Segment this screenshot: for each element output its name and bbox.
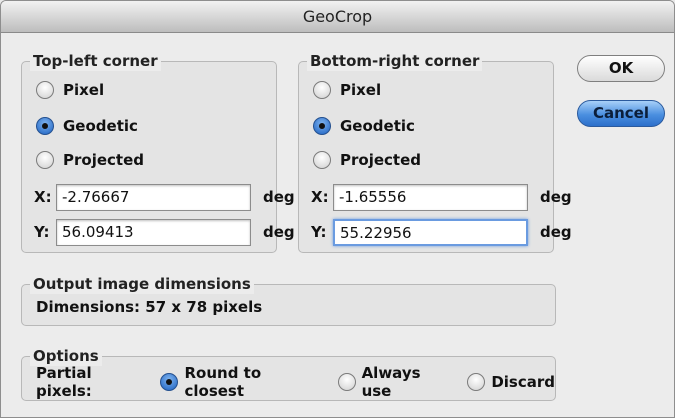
ok-button[interactable]: OK bbox=[577, 55, 665, 82]
y-label: Y: bbox=[311, 223, 327, 241]
top-left-legend: Top-left corner bbox=[30, 51, 161, 71]
y-unit: deg bbox=[263, 223, 295, 241]
x-label: X: bbox=[311, 188, 329, 206]
radio-icon[interactable] bbox=[467, 373, 486, 391]
geocrop-dialog: GeoCrop Top-left corner Pixel Geodetic P… bbox=[0, 0, 675, 418]
x-unit: deg bbox=[263, 188, 295, 206]
br-radio-projected[interactable]: Projected bbox=[313, 149, 421, 171]
bottom-right-corner-group: Bottom-right corner Pixel Geodetic Proje… bbox=[298, 51, 572, 253]
x-label: X: bbox=[34, 188, 52, 206]
partial-pixels-row: Partial pixels: Round to closest Always … bbox=[36, 364, 555, 400]
radio-label: Geodetic bbox=[63, 117, 138, 135]
tl-y-row: Y: 56.09413 deg bbox=[34, 218, 295, 246]
br-y-row: Y: 55.22956 deg bbox=[311, 218, 572, 246]
radio-icon[interactable] bbox=[337, 373, 356, 391]
radio-icon[interactable] bbox=[313, 151, 331, 169]
output-dimensions-group: Output image dimensions Dimensions: 57 x… bbox=[21, 274, 556, 326]
tl-radio-projected[interactable]: Projected bbox=[36, 149, 144, 171]
radio-selected-icon[interactable] bbox=[36, 117, 54, 135]
tl-x-input[interactable]: -2.76667 bbox=[56, 183, 251, 211]
br-y-input[interactable]: 55.22956 bbox=[333, 218, 528, 246]
radio-label: Round to closest bbox=[184, 364, 262, 400]
br-radio-pixel[interactable]: Pixel bbox=[313, 79, 381, 101]
dimensions-text: Dimensions: 57 x 78 pixels bbox=[36, 298, 263, 316]
radio-icon[interactable] bbox=[36, 151, 54, 169]
radio-selected-icon[interactable] bbox=[160, 373, 179, 391]
tl-radio-pixel[interactable]: Pixel bbox=[36, 79, 104, 101]
window-title: GeoCrop bbox=[1, 1, 674, 33]
radio-label: Always use bbox=[361, 364, 421, 400]
br-x-row: X: -1.65556 deg bbox=[311, 183, 572, 211]
radio-always-use[interactable]: Always use bbox=[337, 364, 456, 400]
cancel-button[interactable]: Cancel bbox=[577, 100, 665, 127]
radio-label: Discard bbox=[491, 373, 555, 391]
y-unit: deg bbox=[540, 223, 572, 241]
radio-label: Pixel bbox=[63, 81, 105, 99]
x-unit: deg bbox=[540, 188, 572, 206]
options-legend: Options bbox=[30, 346, 102, 366]
radio-round-to-closest[interactable]: Round to closest bbox=[160, 364, 325, 400]
radio-label: Geodetic bbox=[340, 117, 415, 135]
options-group: Options Partial pixels: Round to closest… bbox=[21, 346, 556, 401]
radio-icon[interactable] bbox=[313, 81, 331, 99]
radio-label: Pixel bbox=[340, 81, 382, 99]
bottom-right-legend: Bottom-right corner bbox=[307, 51, 483, 71]
y-label: Y: bbox=[34, 223, 50, 241]
radio-selected-icon[interactable] bbox=[313, 117, 331, 135]
output-legend: Output image dimensions bbox=[30, 274, 254, 294]
radio-discard[interactable]: Discard bbox=[467, 373, 555, 391]
radio-label: Projected bbox=[63, 151, 144, 169]
tl-y-input[interactable]: 56.09413 bbox=[56, 218, 251, 246]
top-left-corner-group: Top-left corner Pixel Geodetic Projected… bbox=[21, 51, 295, 253]
radio-label: Projected bbox=[340, 151, 421, 169]
br-radio-geodetic[interactable]: Geodetic bbox=[313, 115, 415, 137]
tl-x-row: X: -2.76667 deg bbox=[34, 183, 295, 211]
br-x-input[interactable]: -1.65556 bbox=[333, 183, 528, 211]
radio-icon[interactable] bbox=[36, 81, 54, 99]
partial-pixels-label: Partial pixels: bbox=[36, 364, 92, 400]
tl-radio-geodetic[interactable]: Geodetic bbox=[36, 115, 138, 137]
